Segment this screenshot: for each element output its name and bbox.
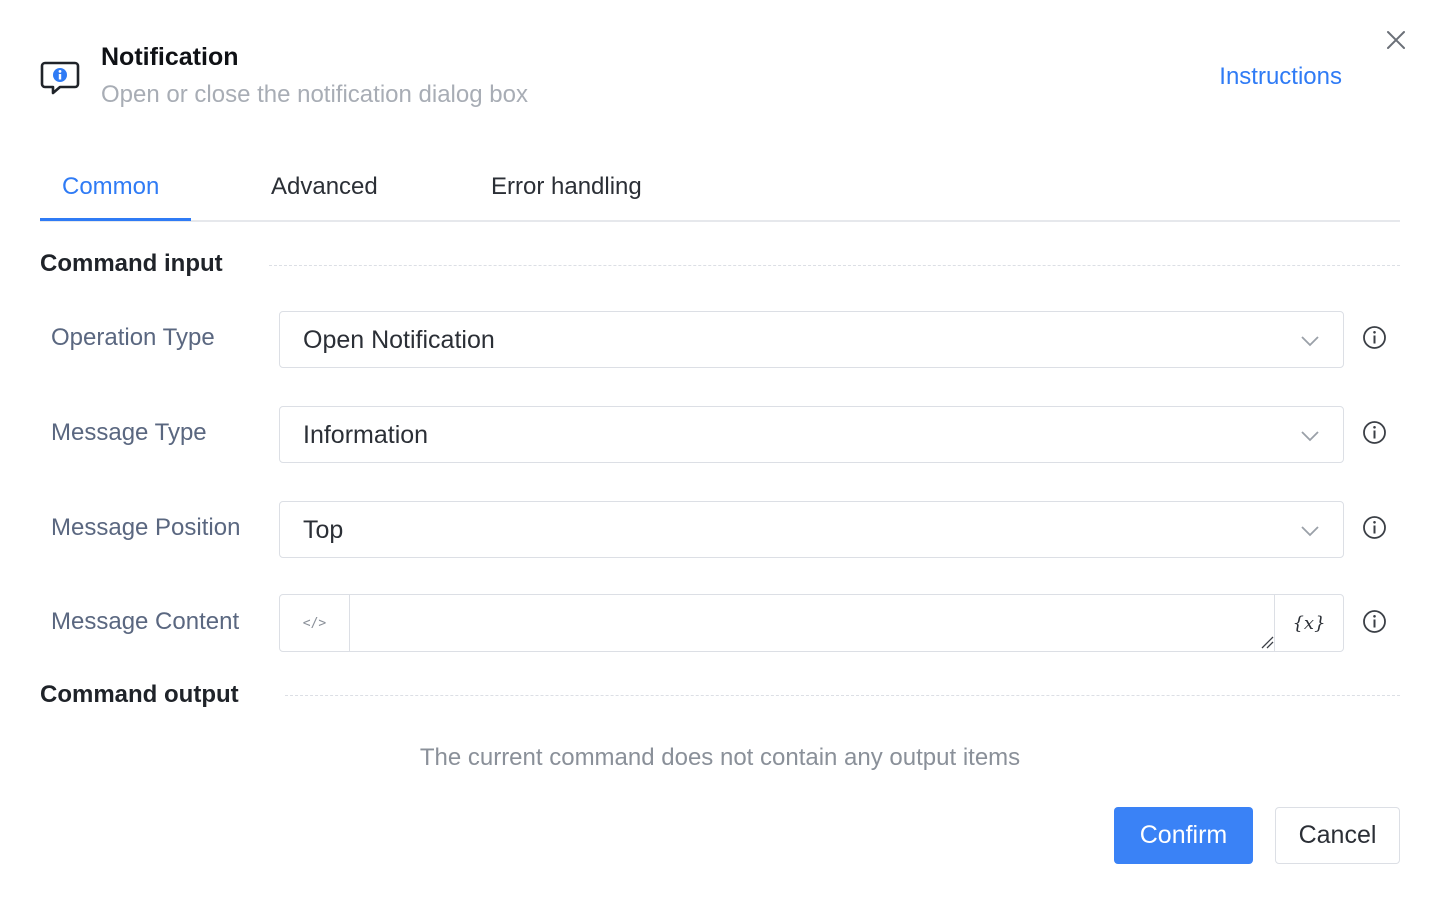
cancel-button[interactable]: Cancel [1275,807,1400,864]
variable-icon: {x} [1292,612,1326,634]
chevron-down-icon [1301,526,1319,537]
active-tab-indicator [40,218,191,221]
dialog-title: Notification [101,43,239,71]
message-type-label: Message Type [51,419,207,446]
resize-handle-icon[interactable] [1260,635,1274,649]
message-content-label: Message Content [51,608,240,635]
tab-bar: Common Advanced Error handling [40,160,1400,222]
operation-type-value: Open Notification [303,326,495,354]
message-type-value: Information [303,421,429,449]
message-content-field: </> {x} [279,594,1344,652]
message-position-select[interactable]: Top [279,501,1344,558]
command-input-title: Command input [40,250,223,277]
instructions-link[interactable]: Instructions [1219,62,1342,92]
close-icon[interactable] [1382,26,1410,54]
command-output-title: Command output [40,681,239,708]
chevron-down-icon [1301,336,1319,347]
empty-output-message: The current command does not contain any… [419,744,1021,771]
code-icon: </> [302,615,327,631]
message-info-icon [40,57,82,99]
message-content-input[interactable] [351,595,1275,651]
tab-common[interactable]: Common [62,172,159,202]
section-divider [285,695,1400,696]
info-icon[interactable] [1362,420,1387,445]
info-icon[interactable] [1362,325,1387,350]
dialog-subtitle: Open or close the notification dialog bo… [101,81,528,108]
message-position-label: Message Position [51,514,241,541]
info-icon[interactable] [1362,609,1387,634]
chevron-down-icon [1301,431,1319,442]
tab-advanced[interactable]: Advanced [271,172,378,202]
code-toggle-button[interactable]: </> [280,595,350,651]
insert-variable-button[interactable]: {x} [1274,595,1343,651]
info-icon[interactable] [1362,515,1387,540]
section-divider [269,265,1400,266]
confirm-button[interactable]: Confirm [1114,807,1253,864]
tab-error-handling[interactable]: Error handling [491,172,642,202]
operation-type-select[interactable]: Open Notification [279,311,1344,368]
message-type-select[interactable]: Information [279,406,1344,463]
operation-type-label: Operation Type [51,324,215,351]
message-position-value: Top [303,516,344,544]
